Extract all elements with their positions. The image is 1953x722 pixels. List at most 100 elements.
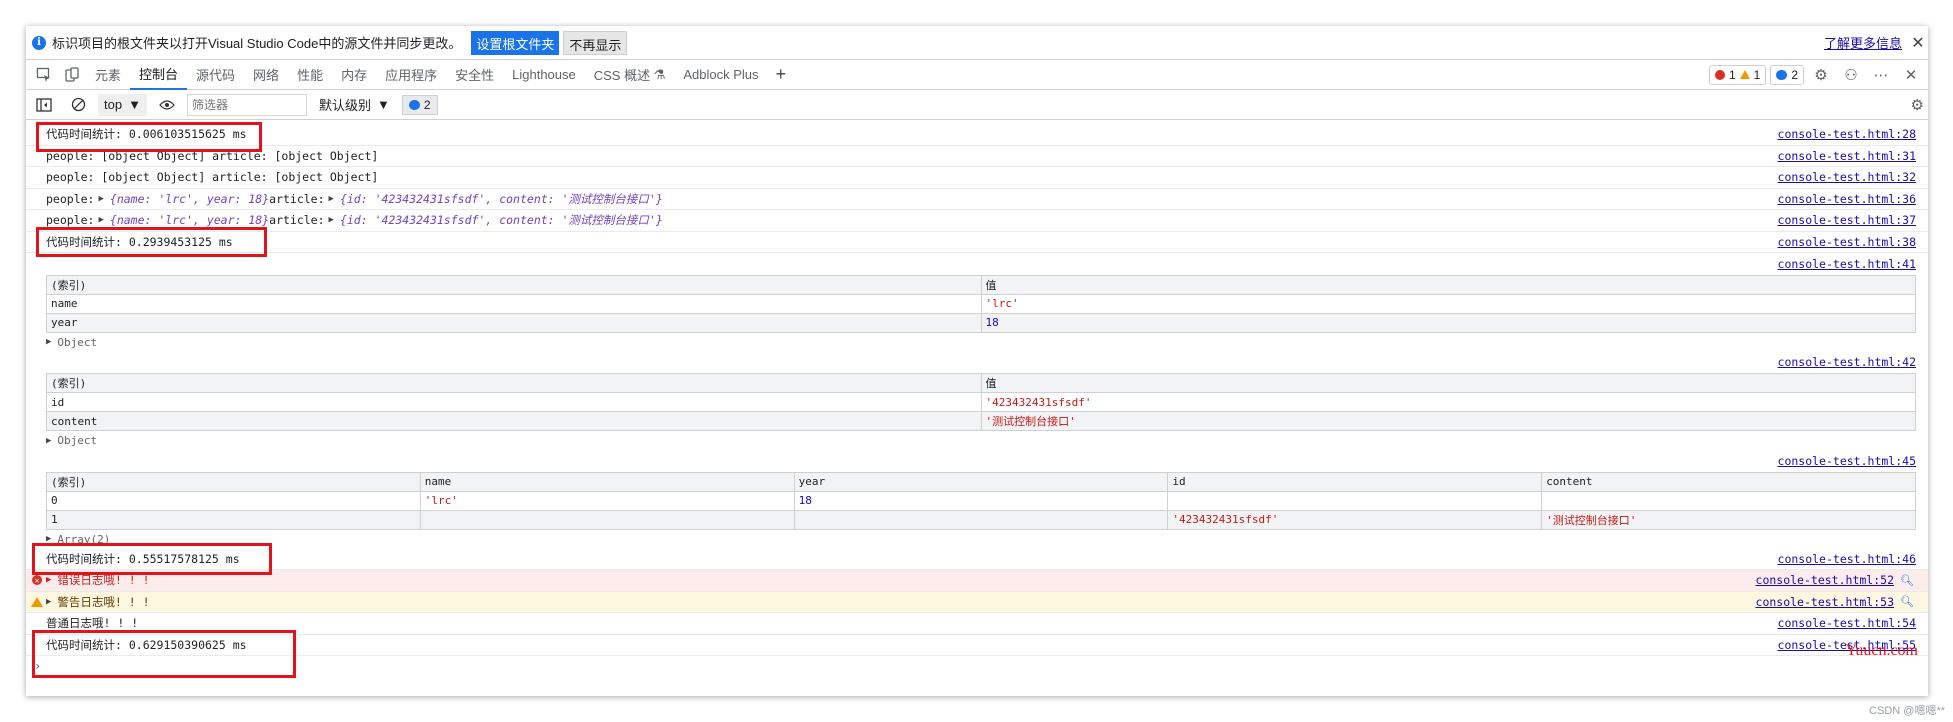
- console-toolbar: top ▼ 默认级别 ▼ 2 ⚙: [26, 90, 1928, 120]
- log-levels-dropdown[interactable]: 默认级别 ▼: [313, 95, 396, 114]
- table-cell: 1: [46, 509, 421, 530]
- search-icon[interactable]: 🔍︎: [1900, 595, 1914, 608]
- tab-lighthouse[interactable]: Lighthouse: [503, 60, 585, 90]
- console-warning-message: ▶ 警告日志哦! ! ! console-test.html:53 🔍︎: [26, 591, 1928, 613]
- remote-devices-icon[interactable]: ⚇: [1838, 62, 1864, 88]
- message-count-value: 2: [423, 97, 431, 112]
- context-selector[interactable]: top ▼: [98, 93, 147, 116]
- table-header[interactable]: 值: [980, 274, 1916, 295]
- console-message: people: [object Object] article: [object…: [26, 167, 1928, 189]
- table-header[interactable]: content: [1541, 471, 1916, 492]
- close-infobar-icon[interactable]: ✕: [1910, 33, 1926, 53]
- dont-show-again-button[interactable]: 不再显示: [563, 30, 628, 55]
- tab-network[interactable]: 网络: [244, 60, 288, 90]
- expand-triangle-icon[interactable]: ▶: [329, 215, 334, 225]
- source-link[interactable]: console-test.html:52: [1756, 573, 1894, 587]
- expand-triangle-icon[interactable]: ▶: [329, 194, 334, 204]
- people-object[interactable]: {name: 'lrc', year: 18}: [110, 192, 269, 206]
- log-levels-label: 默认级别: [318, 98, 371, 113]
- source-link[interactable]: console-test.html:31: [1778, 149, 1916, 163]
- clear-console-icon[interactable]: [64, 91, 92, 119]
- table-cell: year: [46, 312, 982, 333]
- expand-triangle-icon[interactable]: ▶: [98, 215, 103, 225]
- table-cell: '423432431sfsdf': [980, 392, 1916, 412]
- sidebar-toggle-icon[interactable]: [30, 91, 58, 119]
- source-link[interactable]: console-test.html:32: [1778, 170, 1916, 184]
- inspect-element-icon[interactable]: [30, 61, 58, 89]
- source-link[interactable]: console-test.html:37: [1778, 213, 1916, 227]
- table-header[interactable]: name: [419, 471, 795, 492]
- info-bar: i 标识项目的根文件夹以打开Visual Studio Code中的源文件并同步…: [26, 26, 1928, 60]
- tab-security[interactable]: 安全性: [446, 60, 503, 90]
- table-header[interactable]: (索引): [46, 274, 982, 295]
- chevron-down-icon: ▼: [128, 97, 141, 112]
- source-link[interactable]: console-test.html:41: [1778, 257, 1916, 271]
- expand-triangle-icon[interactable]: ▶: [46, 575, 51, 585]
- messages-counter[interactable]: 2: [1770, 64, 1804, 85]
- message-text: 错误日志哦! ! !: [57, 573, 150, 588]
- expand-triangle-icon[interactable]: ▶: [46, 597, 51, 607]
- source-link[interactable]: console-test.html:54: [1778, 616, 1916, 630]
- console-error-message: ✕ ▶ 错误日志哦! ! ! console-test.html:52 🔍︎: [26, 570, 1928, 592]
- table-row: 0 'lrc' 18: [46, 490, 1916, 511]
- tab-sources[interactable]: 源代码: [187, 60, 244, 90]
- array-expander[interactable]: ▶ Array(2): [26, 530, 1928, 549]
- more-options-icon[interactable]: ⋯: [1868, 62, 1894, 88]
- tab-application[interactable]: 应用程序: [376, 60, 446, 90]
- tab-console[interactable]: 控制台: [130, 60, 188, 90]
- console-message: people: ▶ {name: 'lrc', year: 18} articl…: [26, 189, 1928, 210]
- flask-icon: ⚗: [653, 66, 666, 82]
- close-devtools-icon[interactable]: ✕: [1898, 62, 1924, 88]
- source-link[interactable]: console-test.html:53: [1756, 595, 1894, 609]
- message-text: 代码时间统计: 0.629150390625 ms: [46, 637, 247, 652]
- console-prompt[interactable]: ›: [26, 656, 1928, 676]
- object-expander[interactable]: ▶ Object: [26, 333, 1928, 352]
- more-tools-plus-icon[interactable]: +: [768, 64, 795, 85]
- filter-input[interactable]: [186, 93, 307, 116]
- console-table-header-row: console-test.html:41: [26, 253, 1928, 275]
- table-row: 1 '423432431sfsdf' '测试控制台接口': [46, 509, 1916, 530]
- table-header[interactable]: (索引): [46, 373, 982, 393]
- devtools-window: i 标识项目的根文件夹以打开Visual Studio Code中的源文件并同步…: [26, 26, 1928, 696]
- tab-css-overview[interactable]: CSS 概述 ⚗: [585, 60, 675, 90]
- article-object[interactable]: {id: '423432431sfsdf', content: '测试控制台接口…: [340, 191, 663, 207]
- article-object[interactable]: {id: '423432431sfsdf', content: '测试控制台接口…: [340, 212, 663, 228]
- table-header[interactable]: year: [793, 471, 1169, 492]
- source-link[interactable]: console-test.html:42: [1778, 355, 1916, 369]
- expand-triangle-icon: ▶: [46, 534, 52, 544]
- site-watermark: Yuucn.com: [1845, 642, 1918, 659]
- source-link[interactable]: console-test.html:38: [1778, 235, 1916, 249]
- table-header[interactable]: id: [1167, 471, 1543, 492]
- console-table: (索引) name year id content 0 'lrc' 18 1 '…: [26, 471, 1928, 530]
- source-link[interactable]: console-test.html:45: [1778, 454, 1916, 468]
- console-table: (索引) 值 id '423432431sfsdf' content '测试控制…: [26, 373, 1928, 431]
- tab-performance[interactable]: 性能: [288, 60, 332, 90]
- source-link[interactable]: console-test.html:46: [1778, 552, 1916, 566]
- tab-adblock-plus[interactable]: Adblock Plus: [674, 60, 767, 90]
- message-count-badge[interactable]: 2: [401, 94, 438, 115]
- search-icon[interactable]: 🔍︎: [1900, 574, 1914, 587]
- table-header[interactable]: (索引): [46, 471, 421, 492]
- tab-elements[interactable]: 元素: [86, 60, 130, 90]
- console-message: people: ▶ {name: 'lrc', year: 18} articl…: [26, 210, 1928, 232]
- message-text: 代码时间统计: 0.006103515625 ms: [46, 127, 247, 142]
- source-link[interactable]: console-test.html:36: [1778, 192, 1916, 206]
- table-cell: '测试控制台接口': [1541, 509, 1916, 530]
- source-link[interactable]: console-test.html:28: [1778, 127, 1916, 141]
- learn-more-link[interactable]: 了解更多信息: [1824, 33, 1902, 52]
- console-settings-gear-icon[interactable]: ⚙: [1911, 96, 1924, 114]
- issues-counter[interactable]: 1 1: [1708, 64, 1767, 85]
- object-expander[interactable]: ▶ Object: [26, 431, 1928, 450]
- set-root-folder-button[interactable]: 设置根文件夹: [471, 30, 560, 55]
- console-message: 代码时间统计: 0.2939453125 ms console-test.htm…: [26, 232, 1928, 253]
- expand-triangle-icon[interactable]: ▶: [98, 194, 103, 204]
- table-header[interactable]: 值: [980, 373, 1916, 393]
- tabbar-right: 1 1 2 ⚙ ⚇ ⋯ ✕: [1708, 62, 1928, 88]
- settings-gear-icon[interactable]: ⚙: [1808, 62, 1834, 88]
- device-emulation-icon[interactable]: [58, 61, 86, 89]
- info-icon: i: [32, 35, 46, 50]
- tab-memory[interactable]: 内存: [332, 60, 376, 90]
- live-expression-eye-icon[interactable]: [153, 91, 181, 119]
- devtools-tabbar: 元素 控制台 源代码 网络 性能 内存 应用程序 安全性 Lighthouse …: [26, 60, 1928, 90]
- people-object[interactable]: {name: 'lrc', year: 18}: [110, 213, 269, 227]
